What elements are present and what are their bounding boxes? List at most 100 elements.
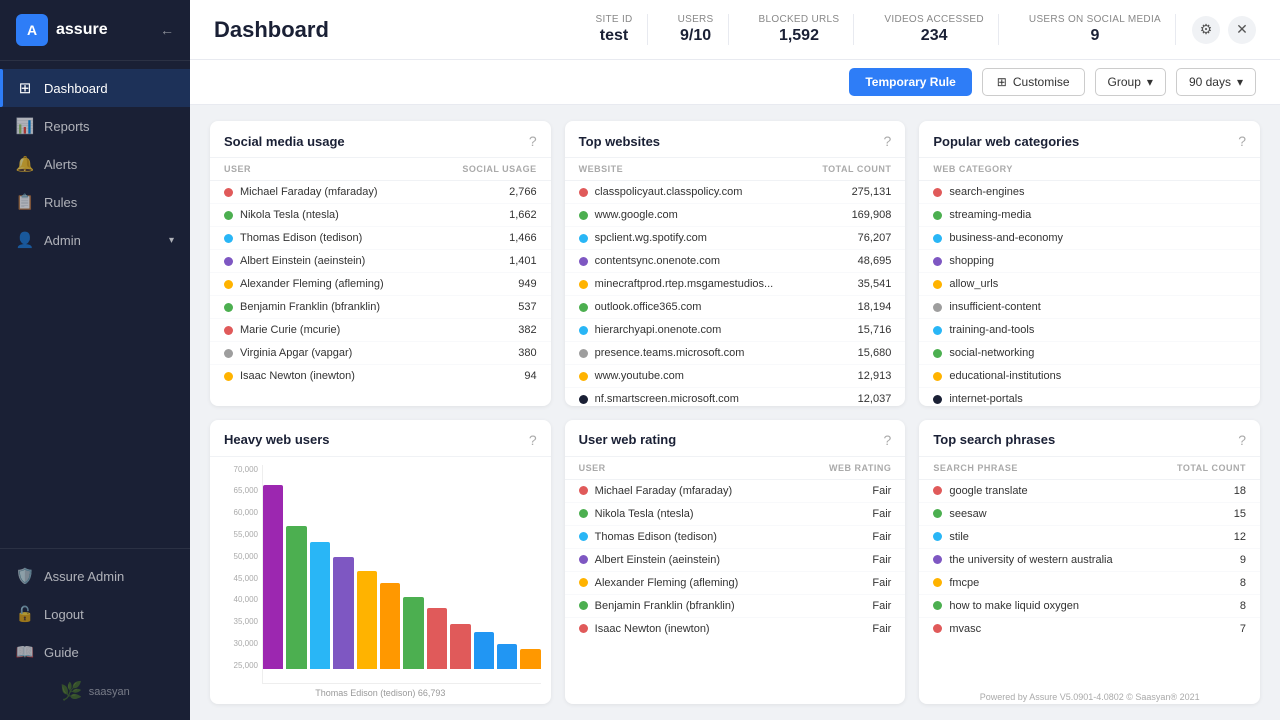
sidebar-item-logout[interactable]: 🔓 Logout — [0, 595, 190, 633]
category-dot — [933, 395, 942, 404]
user-cell: Albert Einstein (aeinstein) — [224, 255, 416, 267]
user-dot — [579, 601, 588, 610]
web-categories-table: WEB CATEGORY search-engines streaming-me… — [919, 158, 1260, 406]
sidebar-item-reports[interactable]: 📊 Reports — [0, 107, 190, 145]
table-row: Benjamin Franklin (bfranklin) 537 — [210, 296, 551, 319]
card-header: Popular web categories ? — [919, 121, 1260, 158]
bar — [310, 542, 330, 669]
admin-icon: 👤 — [16, 231, 34, 249]
sidebar-item-alerts[interactable]: 🔔 Alerts — [0, 145, 190, 183]
user-cell: www.youtube.com — [579, 370, 788, 382]
help-icon[interactable]: ? — [884, 133, 892, 149]
chevron-down-icon: ▾ — [1147, 75, 1153, 89]
table-row: hierarchyapi.onenote.com 15,716 — [565, 319, 906, 342]
user-dot — [224, 257, 233, 266]
heavy-web-users-card: Heavy web users ? 70,00065,00060,00055,0… — [210, 420, 551, 705]
category-cell: educational-institutions — [933, 370, 1246, 382]
guide-icon: 📖 — [16, 643, 34, 661]
stat-label: Users on Social Media — [1029, 14, 1161, 25]
sidebar-item-rules[interactable]: 📋 Rules — [0, 183, 190, 221]
card-title: User web rating — [579, 432, 677, 447]
site-dot — [579, 211, 588, 220]
settings-icon-button[interactable]: ⚙ — [1192, 16, 1220, 44]
user-cell: Marie Curie (mcurie) — [224, 324, 416, 336]
user-cell: minecraftprod.rtep.msgamestudios... — [579, 278, 788, 290]
top-search-table: SEARCH PHRASE TOTAL COUNT google transla… — [919, 457, 1260, 691]
reports-icon: 📊 — [16, 117, 34, 135]
table-row: search-engines — [919, 181, 1260, 204]
help-icon[interactable]: ? — [529, 133, 537, 149]
help-icon[interactable]: ? — [884, 432, 892, 448]
card-title: Top websites — [579, 134, 660, 149]
col-website: WEBSITE — [565, 158, 802, 181]
category-dot — [933, 349, 942, 358]
user-dot — [224, 372, 233, 381]
table-row: allow_urls — [919, 273, 1260, 296]
customise-button[interactable]: ⊞ Customise — [982, 68, 1085, 96]
table-row: Alexander Fleming (afleming) Fair — [565, 571, 906, 594]
table-row: Albert Einstein (aeinstein) Fair — [565, 548, 906, 571]
sidebar-collapse-button[interactable]: ← — [160, 22, 174, 38]
user-dot — [224, 326, 233, 335]
stat-value: 1,592 — [759, 27, 840, 45]
site-dot — [579, 349, 588, 358]
user-cell: Thomas Edison (tedison) — [579, 531, 781, 543]
user-web-rating-table: USER WEB RATING Michael Faraday (mfarada… — [565, 457, 906, 705]
category-dot — [933, 280, 942, 289]
bar — [286, 526, 306, 669]
popular-web-categories-card: Popular web categories ? WEB CATEGORY se… — [919, 121, 1260, 406]
table-row: shopping — [919, 250, 1260, 273]
user-dot — [579, 509, 588, 518]
temporary-rule-button[interactable]: Temporary Rule — [849, 68, 971, 96]
close-icon-button[interactable]: ✕ — [1228, 16, 1256, 44]
table-row: presence.teams.microsoft.com 15,680 — [565, 342, 906, 365]
sidebar-item-dashboard[interactable]: ⊞ Dashboard — [0, 69, 190, 107]
header-icons: ⚙ ✕ — [1192, 16, 1256, 44]
category-cell: search-engines — [933, 186, 1246, 198]
group-dropdown[interactable]: Group ▾ — [1095, 68, 1166, 96]
bar-wrap — [333, 465, 353, 670]
sidebar-item-label: Assure Admin — [44, 569, 124, 584]
bar-wrap — [427, 465, 447, 670]
sidebar-item-admin[interactable]: 👤 Admin ▾ — [0, 221, 190, 259]
top-search-phrases-card: Top search phrases ? SEARCH PHRASE TOTAL… — [919, 420, 1260, 705]
phrase-dot — [933, 532, 942, 541]
top-websites-card: Top websites ? WEBSITE TOTAL COUNT class… — [565, 121, 906, 406]
card-header: Heavy web users ? — [210, 420, 551, 457]
bar — [497, 644, 517, 669]
user-web-rating-card: User web rating ? USER WEB RATING Michae… — [565, 420, 906, 705]
user-dot — [579, 578, 588, 587]
stat-value: 9 — [1029, 27, 1161, 45]
user-cell: outlook.office365.com — [579, 301, 788, 313]
y-axis: 70,00065,00060,00055,00050,00045,00040,0… — [220, 465, 258, 685]
table-row: Albert Einstein (aeinstein) 1,401 — [210, 250, 551, 273]
sidebar-item-guide[interactable]: 📖 Guide — [0, 633, 190, 671]
col-category: WEB CATEGORY — [919, 158, 1260, 181]
sidebar-item-assure-admin[interactable]: 🛡️ Assure Admin — [0, 557, 190, 595]
table-row: Thomas Edison (tedison) Fair — [565, 525, 906, 548]
help-icon[interactable]: ? — [529, 432, 537, 448]
social-media-table: USER SOCIAL USAGE Michael Faraday (mfara… — [210, 158, 551, 406]
table-row: Virginia Apgar (vapgar) 380 — [210, 342, 551, 365]
category-dot — [933, 257, 942, 266]
chart-footer: Thomas Edison (tedison) 66,793 — [210, 684, 551, 704]
user-cell: Virginia Apgar (vapgar) — [224, 347, 416, 359]
bar — [474, 632, 494, 669]
sidebar: A assure ← ⊞ Dashboard 📊 Reports 🔔 Alert… — [0, 0, 190, 720]
bar-wrap — [474, 465, 494, 670]
help-icon[interactable]: ? — [1238, 432, 1246, 448]
user-cell: Nikola Tesla (ntesla) — [224, 209, 416, 221]
user-dot — [579, 555, 588, 564]
bar — [450, 624, 470, 669]
card-header: Social media usage ? — [210, 121, 551, 158]
days-dropdown[interactable]: 90 days ▾ — [1176, 68, 1256, 96]
phrase-dot — [933, 578, 942, 587]
category-cell: business-and-economy — [933, 232, 1246, 244]
table-row: www.google.com 169,908 — [565, 204, 906, 227]
user-cell: Alexander Fleming (afleming) — [579, 577, 781, 589]
help-icon[interactable]: ? — [1238, 133, 1246, 149]
card-title: Top search phrases — [933, 432, 1055, 447]
card-header: Top websites ? — [565, 121, 906, 158]
table-row: Benjamin Franklin (bfranklin) Fair — [565, 594, 906, 617]
phrase-dot — [933, 486, 942, 495]
